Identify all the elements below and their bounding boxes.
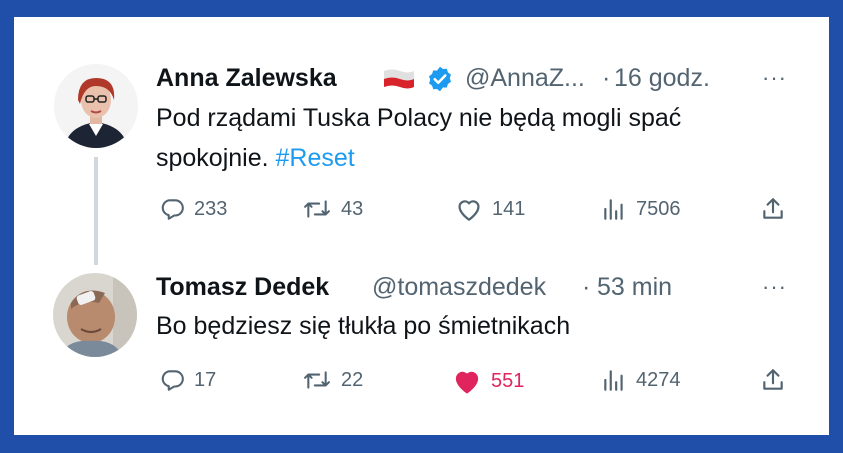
like-icon <box>458 200 480 221</box>
reply-icon <box>161 370 184 391</box>
retweet-button[interactable]: 22 <box>301 367 363 393</box>
views-count: 4274 <box>636 368 681 391</box>
separator-dot: · <box>602 64 611 92</box>
reply-count: 17 <box>194 368 217 391</box>
avatar-photo <box>54 64 138 148</box>
thread-connector-line <box>94 157 98 265</box>
like-count: 551 <box>491 369 525 392</box>
author-name[interactable]: Tomasz Dedek <box>156 273 329 302</box>
share-icon <box>763 369 783 390</box>
views-icon <box>604 199 623 220</box>
like-button[interactable]: 141 <box>454 196 525 222</box>
author-handle[interactable]: @AnnaZ... <box>465 64 585 93</box>
tweet-text-line-1: Pod rządami Tuska Polacy nie będą mogli … <box>156 104 682 132</box>
more-options-icon[interactable]: ··· <box>762 65 787 91</box>
share-button[interactable] <box>760 366 786 394</box>
avatar-photo <box>53 273 137 357</box>
avatar-anna-zalewska[interactable] <box>54 64 138 148</box>
hashtag-link[interactable]: #Reset <box>276 144 355 172</box>
retweet-icon <box>304 200 330 218</box>
author-name[interactable]: Anna Zalewska <box>156 64 337 93</box>
separator-dot: · <box>582 273 591 301</box>
views-icon <box>604 370 623 391</box>
reply-count: 233 <box>194 197 228 220</box>
tweet-timestamp[interactable]: 16 godz. <box>614 64 710 93</box>
retweet-count: 43 <box>341 197 364 220</box>
avatar-tomasz-dedek[interactable] <box>53 273 137 357</box>
tweet-text-line-1: Bo będziesz się tłukła po śmietnikach <box>156 312 571 340</box>
verified-badge-icon <box>429 66 451 92</box>
tweet-text-line-2: spokojnie. #Reset <box>156 140 355 176</box>
like-icon <box>455 371 479 394</box>
reply-button[interactable]: 233 <box>158 196 227 222</box>
views-button[interactable]: 4274 <box>600 367 681 393</box>
author-handle[interactable]: @tomaszdedek <box>372 273 546 302</box>
share-button[interactable] <box>760 195 786 223</box>
like-count: 141 <box>492 197 526 220</box>
like-button[interactable]: 551 <box>451 367 524 395</box>
reply-icon <box>161 199 184 220</box>
retweet-icon <box>304 371 330 389</box>
tweet-timestamp[interactable]: 53 min <box>597 273 672 302</box>
views-count: 7506 <box>636 197 681 220</box>
retweet-count: 22 <box>341 368 364 391</box>
screenshot-frame: Anna Zalewska @AnnaZ... · 16 godz. ··· P… <box>14 17 829 435</box>
more-options-icon[interactable]: ··· <box>762 274 787 300</box>
views-button[interactable]: 7506 <box>600 196 681 222</box>
tweet-text-line-2-plain: spokojnie. <box>156 144 269 172</box>
reply-button[interactable]: 17 <box>158 367 216 393</box>
poland-flag-icon <box>384 69 414 89</box>
retweet-button[interactable]: 43 <box>301 196 363 222</box>
share-icon <box>763 198 783 219</box>
